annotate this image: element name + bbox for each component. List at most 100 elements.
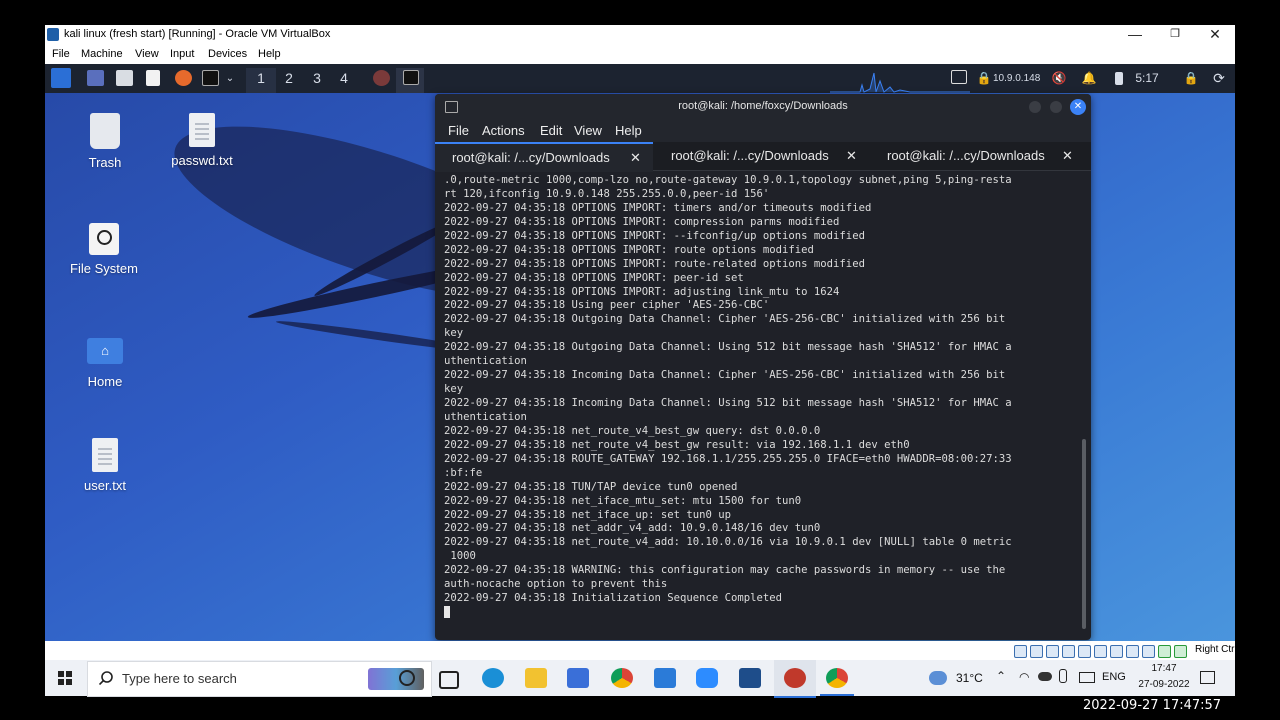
taskbar-clock-time[interactable]: 17:47 bbox=[1134, 663, 1194, 674]
shared-folders-icon[interactable] bbox=[1094, 645, 1107, 658]
cortana-icon[interactable] bbox=[399, 670, 415, 686]
terminal-launcher-icon[interactable] bbox=[202, 70, 219, 86]
drive-icon bbox=[89, 223, 119, 255]
terminal-line: 2022-09-27 04:35:18 Using peer cipher 'A… bbox=[444, 299, 770, 312]
terminal-menu-actions[interactable]: Actions bbox=[482, 123, 525, 138]
virtualbox-taskbar-icon[interactable] bbox=[739, 668, 761, 688]
terminal-minimize-button[interactable] bbox=[1029, 101, 1041, 113]
menu-help[interactable]: Help bbox=[258, 48, 281, 60]
usb-icon[interactable] bbox=[1078, 645, 1091, 658]
close-button[interactable]: ✕ bbox=[1195, 25, 1235, 45]
mail-icon[interactable] bbox=[654, 668, 676, 688]
desktop-icon-user[interactable]: user.txt bbox=[65, 438, 145, 493]
kali-menu-icon[interactable] bbox=[51, 68, 71, 88]
microphone-icon[interactable] bbox=[1059, 669, 1067, 683]
terminal-menu-edit[interactable]: Edit bbox=[540, 123, 562, 138]
screen-recorder-icon[interactable] bbox=[784, 668, 806, 688]
notifications-bell-icon[interactable]: 🔔 bbox=[1081, 68, 1097, 89]
audio-icon[interactable] bbox=[1046, 645, 1059, 658]
volume-muted-icon[interactable]: 🔇 bbox=[1051, 68, 1067, 89]
terminal-menu-help[interactable]: Help bbox=[615, 123, 642, 138]
terminal-tab-3[interactable]: root@kali: /...cy/Downloads ✕ bbox=[872, 142, 1088, 170]
host-key-label: Right Ctrl bbox=[1195, 644, 1237, 655]
workspace-4[interactable]: 4 bbox=[329, 68, 359, 89]
menu-machine[interactable]: Machine bbox=[81, 48, 123, 60]
microsoft-store-icon[interactable] bbox=[567, 668, 589, 688]
cpu-icon[interactable] bbox=[1142, 645, 1155, 658]
desktop-icon-label: Home bbox=[87, 374, 123, 389]
tab-close-icon[interactable]: ✕ bbox=[630, 144, 641, 172]
terminal-close-button[interactable]: ✕ bbox=[1070, 99, 1086, 115]
display-icon[interactable] bbox=[951, 70, 967, 84]
chevron-down-icon[interactable]: ⌄ bbox=[224, 68, 236, 89]
guest-additions-icon[interactable] bbox=[1158, 645, 1171, 658]
terminal-window-title: root@kali: /home/foxcy/Downloads bbox=[678, 100, 848, 112]
weather-icon[interactable] bbox=[929, 671, 947, 685]
terminal-titlebar[interactable]: root@kali: /home/foxcy/Downloads ✕ bbox=[435, 94, 1091, 120]
notification-center-icon[interactable] bbox=[1200, 671, 1215, 684]
firefox-icon[interactable] bbox=[175, 70, 192, 86]
terminal-window[interactable]: root@kali: /home/foxcy/Downloads ✕ File … bbox=[435, 94, 1091, 640]
trash-icon bbox=[90, 113, 120, 149]
menu-input[interactable]: Input bbox=[170, 48, 194, 60]
task-view-icon[interactable] bbox=[439, 671, 459, 689]
onedrive-icon[interactable] bbox=[1038, 672, 1052, 681]
wifi-icon[interactable]: ◠ bbox=[1019, 670, 1029, 684]
terminal-line: .0,route-metric 1000,comp-lzo no,route-g… bbox=[444, 174, 1012, 186]
mouse-integration-icon[interactable] bbox=[1174, 645, 1187, 658]
power-icon[interactable]: ⟳ bbox=[1211, 68, 1227, 89]
file-explorer-icon[interactable] bbox=[525, 668, 547, 688]
edge-browser-icon[interactable] bbox=[482, 668, 504, 688]
desktop-icon-home[interactable]: ⌂ Home bbox=[65, 338, 145, 389]
terminal-line: key bbox=[444, 327, 464, 340]
terminal-scrollbar[interactable] bbox=[1082, 439, 1086, 629]
tab-close-icon[interactable]: ✕ bbox=[846, 142, 857, 170]
taskbar-search-box[interactable]: Type here to search bbox=[87, 661, 432, 697]
lock-screen-icon[interactable]: 🔒 bbox=[1183, 68, 1199, 89]
chrome-icon[interactable] bbox=[611, 668, 633, 688]
network-adapter-icon[interactable] bbox=[1062, 645, 1075, 658]
file-manager-icon[interactable] bbox=[116, 70, 133, 86]
tab-close-icon[interactable]: ✕ bbox=[1062, 142, 1073, 170]
terminal-line: 2022-09-27 04:35:18 net_route_v4_add: 10… bbox=[444, 536, 1012, 549]
menu-file[interactable]: File bbox=[52, 48, 70, 60]
tab-label: root@kali: /...cy/Downloads bbox=[452, 150, 610, 165]
zoom-icon[interactable] bbox=[696, 668, 718, 688]
maximize-button[interactable]: ❐ bbox=[1155, 25, 1195, 45]
terminal-output[interactable]: .0,route-metric 1000,comp-lzo no,route-g… bbox=[444, 174, 1072, 634]
optical-drive-icon[interactable] bbox=[1030, 645, 1043, 658]
terminal-menu-file[interactable]: File bbox=[448, 123, 469, 138]
hard-disk-icon[interactable] bbox=[1014, 645, 1027, 658]
taskbar-clock-date[interactable]: 27-09-2022 bbox=[1134, 679, 1194, 690]
chevron-up-icon[interactable]: ⌃ bbox=[996, 669, 1006, 683]
terminal-tab-bar: root@kali: /...cy/Downloads ✕ root@kali:… bbox=[435, 142, 1091, 172]
terminal-tab-1[interactable]: root@kali: /...cy/Downloads ✕ bbox=[435, 142, 653, 172]
terminal-line: 2022-09-27 04:35:18 TUN/TAP device tun0 … bbox=[444, 480, 738, 493]
firefox-window-icon[interactable] bbox=[373, 70, 390, 86]
terminal-window-icon bbox=[403, 70, 419, 85]
desktop-icon-trash[interactable]: Trash bbox=[65, 113, 145, 170]
terminal-line: 2022-09-27 04:35:18 Outgoing Data Channe… bbox=[444, 313, 1006, 326]
minimize-button[interactable]: — bbox=[1115, 25, 1155, 45]
terminal-line: 2022-09-27 04:35:18 net_route_v4_best_gw… bbox=[444, 424, 821, 437]
display-settings-icon[interactable] bbox=[1110, 645, 1123, 658]
language-indicator[interactable]: ENG bbox=[1102, 671, 1126, 683]
workspace-1[interactable]: 1 bbox=[246, 68, 276, 89]
battery-icon[interactable] bbox=[1115, 72, 1123, 85]
battery-status-icon[interactable] bbox=[1079, 672, 1095, 683]
terminal-maximize-button[interactable] bbox=[1050, 101, 1062, 113]
workspace-2[interactable]: 2 bbox=[274, 68, 304, 89]
desktop-icon-passwd[interactable]: passwd.txt bbox=[162, 113, 242, 168]
desktop-icon-file-system[interactable]: File System bbox=[64, 223, 144, 276]
workspace-3[interactable]: 3 bbox=[302, 68, 332, 89]
terminal-tab-2[interactable]: root@kali: /...cy/Downloads ✕ bbox=[655, 142, 870, 170]
text-editor-icon[interactable] bbox=[146, 70, 160, 86]
menu-devices[interactable]: Devices bbox=[208, 48, 247, 60]
terminal-menu-view[interactable]: View bbox=[574, 123, 602, 138]
recording-icon[interactable] bbox=[1126, 645, 1139, 658]
show-desktop-icon[interactable] bbox=[87, 70, 104, 86]
chrome-profile-icon[interactable] bbox=[826, 668, 848, 688]
windows-start-icon[interactable] bbox=[58, 671, 72, 685]
vpn-lock-icon[interactable]: 🔒 bbox=[976, 68, 992, 89]
menu-view[interactable]: View bbox=[135, 48, 159, 60]
